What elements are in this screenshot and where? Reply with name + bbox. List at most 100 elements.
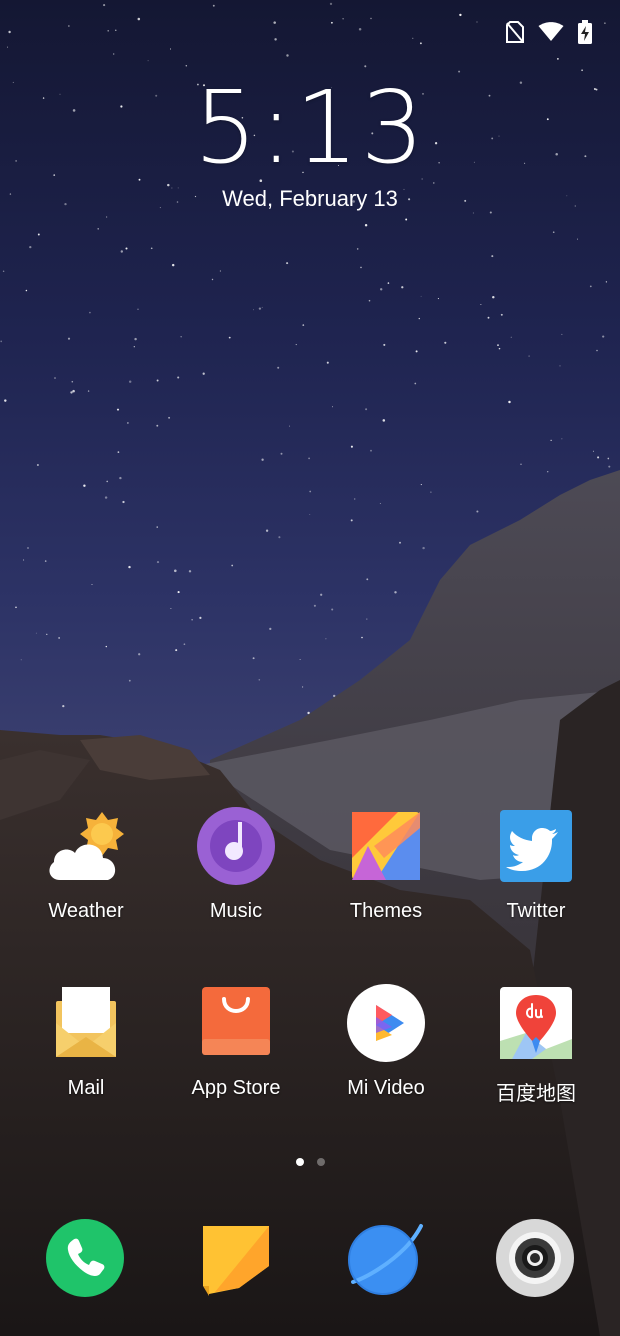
star [150, 247, 153, 250]
star [607, 457, 610, 460]
star [137, 308, 139, 310]
star [472, 212, 474, 214]
star [20, 659, 22, 661]
star [25, 289, 28, 292]
star [105, 645, 107, 648]
page-dot-1[interactable] [295, 1158, 304, 1166]
star [309, 490, 312, 493]
app-baidu-maps[interactable]: 百度地图 [461, 983, 611, 1106]
page-dot-2[interactable] [316, 1158, 325, 1166]
notes-icon [203, 1226, 269, 1296]
star [174, 569, 177, 573]
star [370, 449, 372, 452]
star [68, 25, 70, 27]
star [364, 65, 367, 68]
star [559, 365, 561, 367]
star [134, 337, 137, 341]
star [497, 344, 499, 346]
clock-time[interactable]: 5:13 [0, 78, 620, 178]
app-label: Themes [349, 900, 423, 922]
music-icon [196, 806, 276, 886]
clock-date[interactable]: Wed, February 13 [0, 186, 620, 212]
star [480, 304, 482, 306]
app-music[interactable]: Music [161, 806, 311, 923]
star [430, 491, 432, 493]
star [360, 266, 362, 269]
star [265, 529, 269, 532]
star [412, 37, 414, 39]
star [156, 526, 158, 528]
star [46, 633, 48, 635]
star [508, 400, 511, 404]
star [2, 270, 5, 272]
star [115, 29, 117, 31]
star [308, 457, 311, 460]
star [106, 216, 108, 218]
star [277, 366, 280, 369]
star [106, 480, 109, 483]
star [520, 463, 522, 465]
star [127, 422, 129, 424]
star [7, 46, 8, 48]
star [350, 445, 353, 448]
star [589, 285, 592, 288]
app-mail[interactable]: Mail [11, 983, 161, 1100]
star [329, 2, 333, 6]
dock-camera[interactable] [495, 1218, 575, 1298]
star [156, 561, 160, 564]
star [399, 541, 401, 544]
star [138, 653, 141, 656]
star [261, 458, 264, 461]
star [44, 560, 47, 562]
star [258, 679, 261, 681]
star [4, 399, 7, 402]
app-themes[interactable]: Themes [311, 806, 461, 923]
star [492, 295, 495, 299]
star [382, 419, 386, 422]
star [54, 377, 56, 379]
star [107, 29, 110, 32]
app-twitter[interactable]: Twitter [461, 806, 611, 923]
star [29, 245, 32, 249]
star [273, 21, 276, 24]
star [261, 306, 263, 308]
star [137, 17, 141, 21]
page-indicator [0, 1158, 620, 1166]
star [286, 262, 289, 265]
no-sim-icon [506, 21, 524, 43]
star [120, 250, 124, 253]
app-label: Weather [48, 900, 124, 922]
star [104, 496, 108, 499]
app-weather[interactable]: Weather [11, 806, 161, 923]
star [608, 465, 611, 468]
star [361, 636, 363, 639]
star [459, 13, 462, 17]
app-app-store[interactable]: App Store [161, 983, 311, 1100]
star [274, 38, 277, 41]
app-mi-video[interactable]: Mi Video [311, 983, 461, 1100]
star [405, 218, 408, 221]
weather-icon [46, 806, 126, 886]
star [170, 608, 172, 609]
star [394, 591, 397, 594]
star [592, 450, 594, 452]
status-bar [506, 20, 592, 44]
app-label: App Store [191, 1077, 281, 1099]
dock-notes[interactable] [195, 1218, 275, 1298]
baidu-maps-icon [496, 983, 576, 1063]
dock-browser[interactable] [345, 1218, 425, 1298]
star [35, 632, 37, 634]
star [289, 425, 291, 427]
star [156, 424, 159, 427]
star [604, 22, 606, 24]
phone-icon [46, 1219, 124, 1297]
star [557, 58, 559, 60]
star [356, 248, 359, 250]
star [365, 408, 368, 411]
star [177, 591, 180, 594]
star [354, 498, 356, 500]
star [342, 18, 344, 20]
dock-phone[interactable] [45, 1218, 125, 1298]
star [320, 593, 323, 596]
star [379, 503, 381, 505]
